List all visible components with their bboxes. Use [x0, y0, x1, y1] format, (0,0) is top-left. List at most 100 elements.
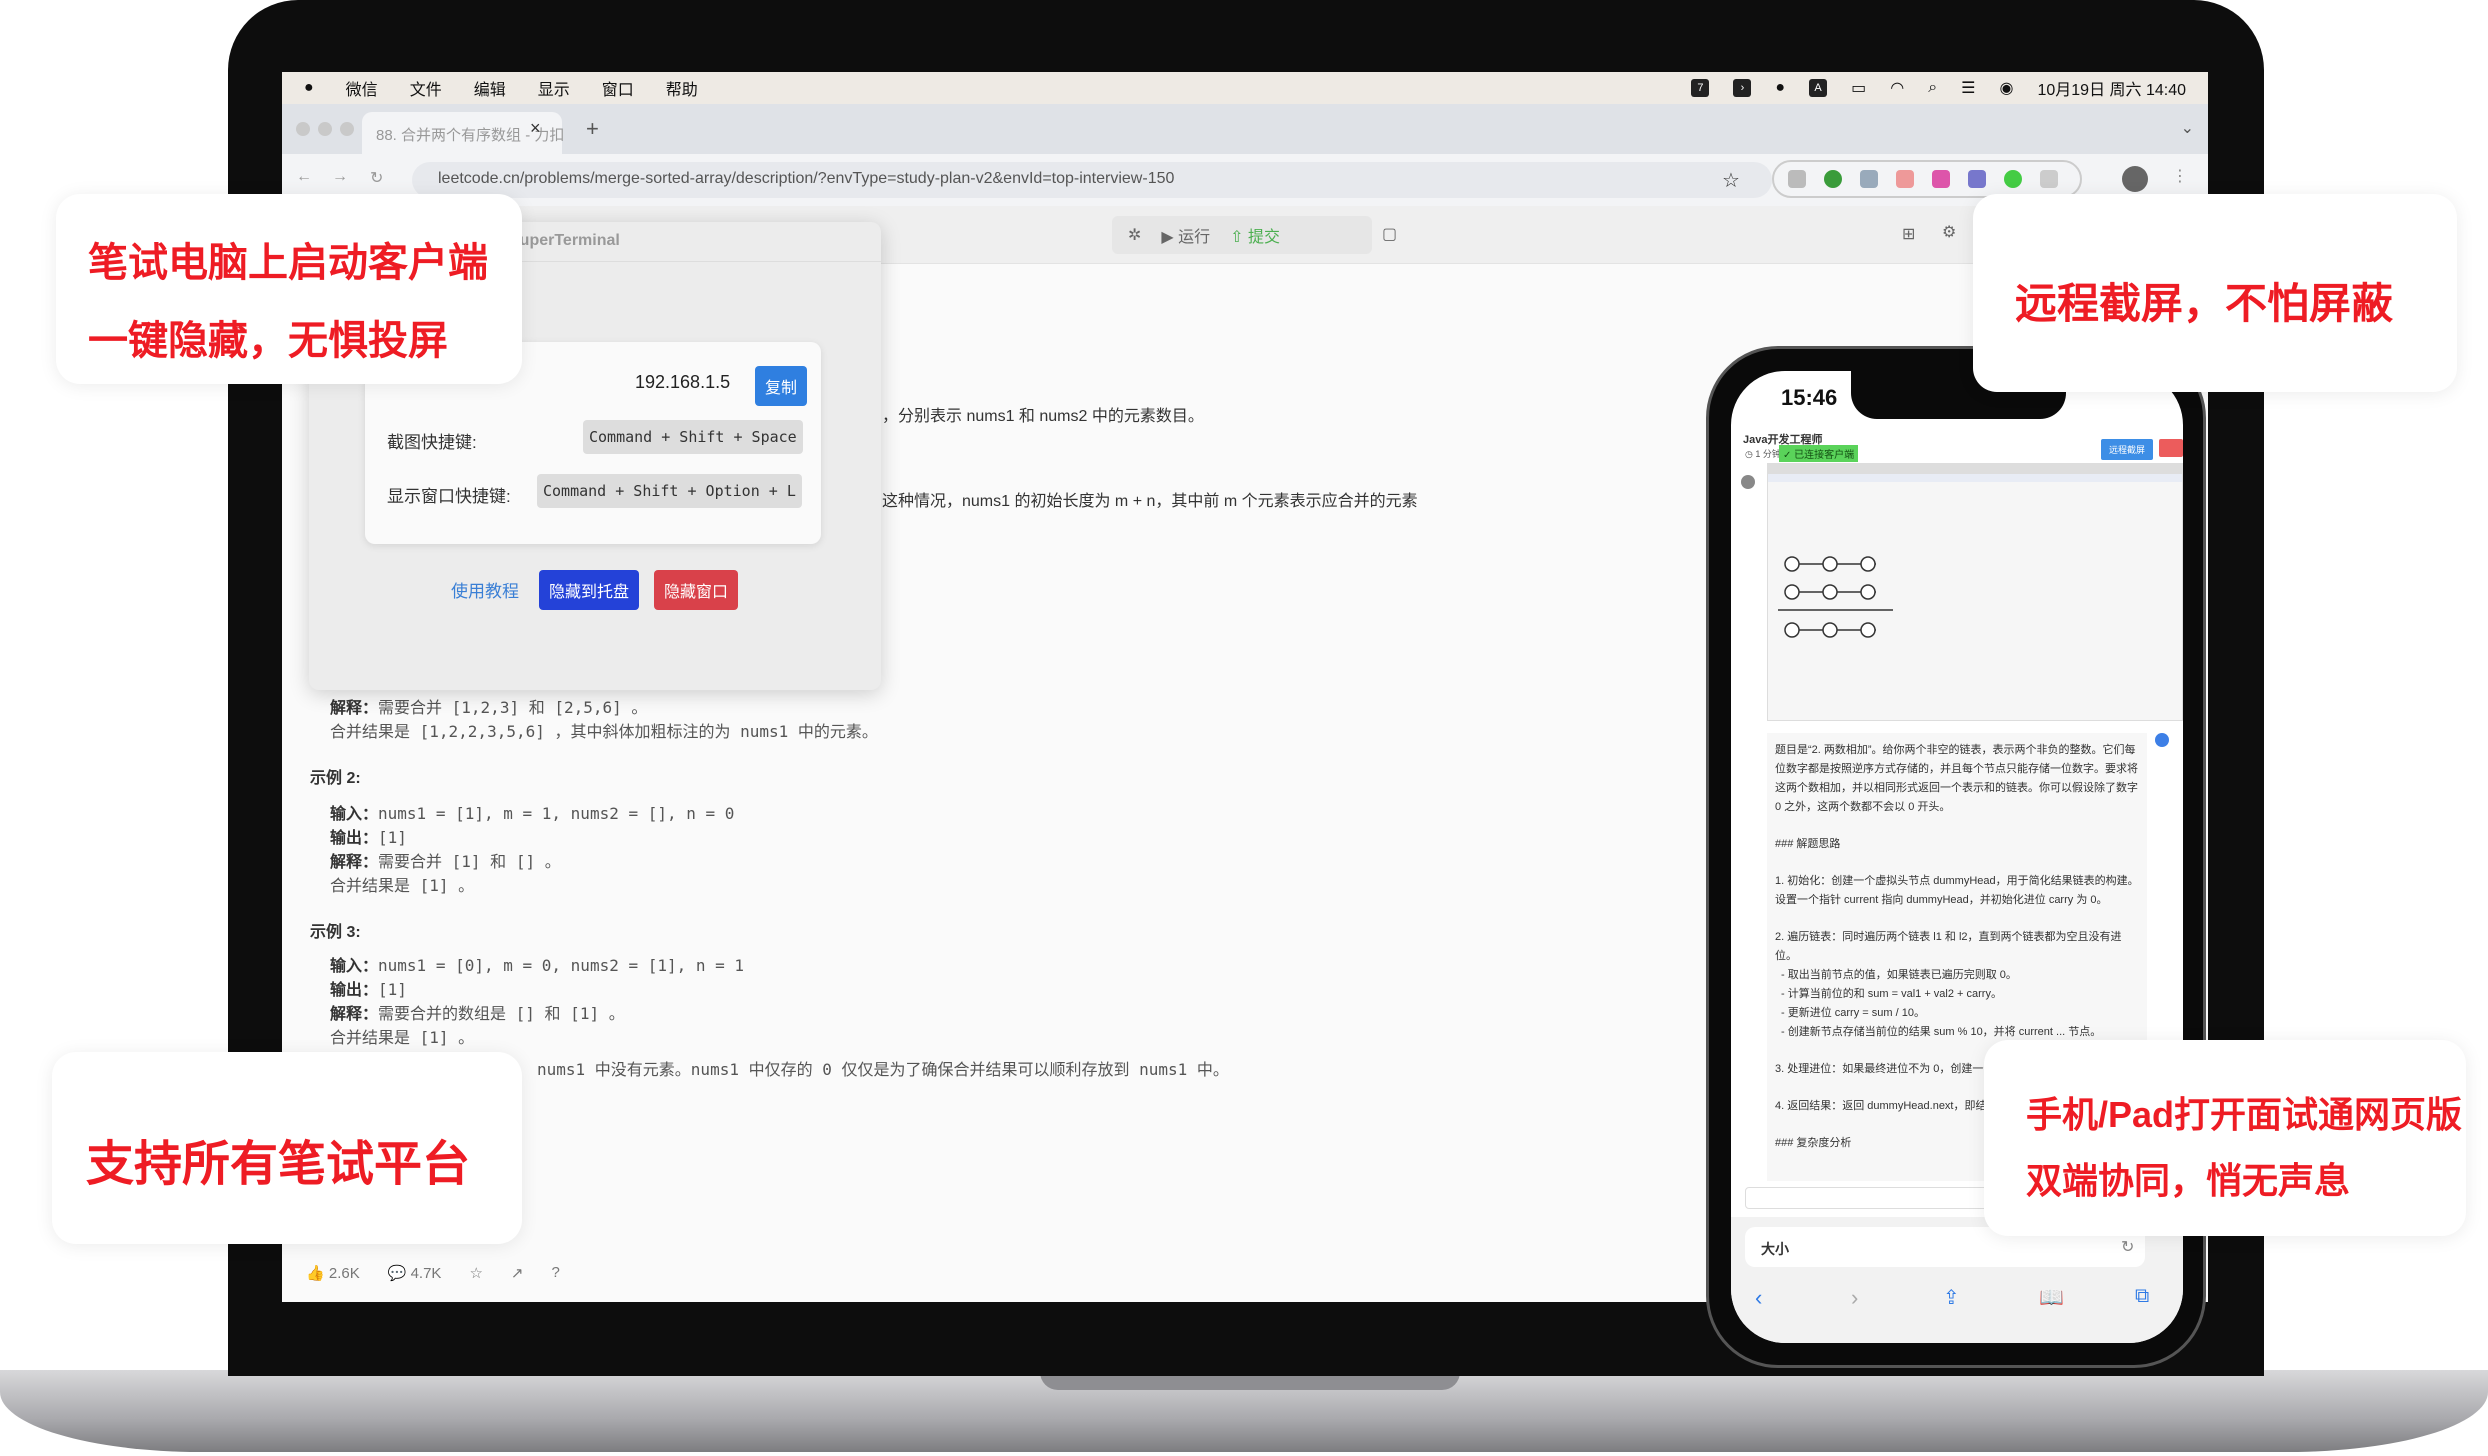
menu-wechat[interactable]: 微信 — [346, 76, 378, 100]
menu-file[interactable]: 文件 — [410, 76, 442, 100]
user-avatar — [1741, 475, 1755, 489]
status-app-icon[interactable]: › — [1733, 79, 1752, 97]
hide-window-button[interactable]: 隐藏窗口 — [654, 570, 739, 610]
example-3-title: 示例 3: — [310, 924, 361, 941]
example-3: 输入：nums1 = [0], m = 0, nums2 = [1], n = … — [330, 954, 744, 1049]
wifi-icon[interactable]: ◠ — [1890, 78, 1904, 98]
share-icon[interactable]: ⇪ — [1943, 1285, 1960, 1310]
callout-text: 笔试电脑上启动客户端 — [88, 241, 488, 285]
extension-icon[interactable] — [1968, 170, 1986, 188]
screenshot-shortcut-label: 截图快捷键: — [387, 433, 477, 452]
favorite-star-icon[interactable]: ☆ — [469, 1264, 482, 1282]
close-window-button[interactable] — [296, 122, 310, 136]
extension-icon[interactable] — [1932, 170, 1950, 188]
callout-text: 远程截屏，不怕屏蔽 — [2015, 280, 2394, 327]
value: 合并结果是 [1] 。 — [330, 1028, 475, 1047]
tabs-icon[interactable]: ⧉ — [2135, 1285, 2149, 1308]
answer-bullet: - 取出当前节点的值，如果链表已遍历完则取 0。 — [1781, 969, 2017, 981]
tab-close-button[interactable]: × — [530, 118, 541, 139]
problem-text-line: 这种情况，nums1 的初始长度为 m + n，其中前 m 个元素表示应合并的元… — [882, 493, 1418, 510]
screenshot-shortcut-value[interactable]: Command + Shift + Space — [583, 420, 803, 454]
forward-icon[interactable]: → — [332, 168, 348, 186]
input-method-icon[interactable]: A — [1809, 79, 1828, 97]
layout-icon[interactable]: ⊞ — [1902, 224, 1915, 244]
label: 输出： — [330, 982, 379, 999]
callout-text: 手机/Pad打开面试通网页版 — [2026, 1094, 2463, 1135]
callout-mobile: 手机/Pad打开面试通网页版 双端协同，悄无声息 — [1984, 1040, 2466, 1236]
answer-paragraph: 2. 遍历链表：同时遍历两个链表 l1 和 l2，直到两个链表都为空且没有进位。 — [1775, 931, 2122, 962]
end-button[interactable] — [2159, 439, 2183, 457]
copy-ip-button[interactable]: 复制 — [755, 366, 808, 406]
tutorial-link[interactable]: 使用教程 — [451, 577, 519, 602]
new-tab-button[interactable]: + — [586, 116, 599, 142]
show-window-shortcut-value[interactable]: Command + Shift + Option + L — [537, 474, 802, 508]
url-input[interactable]: leetcode.cn/problems/merge-sorted-array/… — [412, 162, 1772, 198]
safari-forward-icon[interactable]: › — [1851, 1285, 1858, 1311]
share-icon[interactable]: ↗ — [511, 1264, 524, 1282]
settings-gear-icon[interactable]: ⚙ — [1942, 222, 1956, 242]
address-text: 大小 — [1761, 1241, 1789, 1257]
hide-to-tray-button[interactable]: 隐藏到托盘 — [539, 570, 640, 610]
minimize-window-button[interactable] — [318, 122, 332, 136]
puzzle-icon[interactable] — [2040, 170, 2058, 188]
reload-icon[interactable]: ↻ — [370, 168, 383, 188]
browser-addressbar: ← → ↻ leetcode.cn/problems/merge-sorted-… — [282, 154, 2208, 206]
siri-icon[interactable]: ◉ — [2000, 78, 2014, 98]
status-app-icon[interactable]: 7 — [1691, 79, 1710, 97]
extension-icon[interactable] — [1860, 170, 1878, 188]
run-controls: ✲ ▶ 运行 ⇧ 提交 — [1112, 216, 1372, 254]
value: [1] — [378, 828, 407, 847]
bookmarks-icon[interactable]: 📖 — [2039, 1285, 2064, 1310]
help-icon[interactable]: ? — [551, 1264, 559, 1282]
run-button[interactable]: ▶ 运行 — [1161, 223, 1210, 247]
extensions-bar — [1772, 160, 2082, 198]
timer-value: 1 分钟 — [1755, 449, 1781, 459]
answer-bullet: - 更新进位 carry = sum / 10。 — [1781, 1007, 1925, 1019]
example-1: 解释：需要合并 [1,2,3] 和 [2,5,6] 。 合并结果是 [1,2,2… — [330, 696, 878, 743]
status-text: 已连接客户端 — [1794, 450, 1855, 461]
answer-heading: ### 解题思路 — [1775, 838, 1841, 850]
status-badge: ✓ 已连接客户端 — [1779, 445, 1859, 462]
comment-button[interactable]: 💬 4.7K — [388, 1264, 442, 1282]
value: 需要合并 [1] 和 [] 。 — [378, 852, 561, 871]
extension-icon[interactable] — [1788, 170, 1806, 188]
remote-screenshot-image[interactable] — [1767, 463, 2183, 721]
value: 需要合并的数组是 [] 和 [1] 。 — [378, 1004, 625, 1023]
problem-note: nums1 中没有元素。nums1 中仅存的 0 仅仅是为了确保合并结果可以顺利… — [537, 1060, 1229, 1079]
wechat-icon[interactable]: ● — [1775, 79, 1785, 97]
menu-window[interactable]: 窗口 — [602, 76, 634, 100]
run-label: 运行 — [1178, 229, 1211, 246]
safari-back-icon[interactable]: ‹ — [1755, 1285, 1762, 1311]
tab-list-chevron-icon[interactable]: ⌄ — [2181, 118, 2194, 138]
callout-text: 一键隐藏，无惧投屏 — [88, 319, 448, 363]
callout-remote-screenshot: 远程截屏，不怕屏蔽 — [1973, 194, 2457, 392]
more-menu-icon[interactable]: ⋮ — [2172, 166, 2188, 186]
search-icon[interactable]: ⌕ — [1928, 79, 1937, 97]
menu-view[interactable]: 显示 — [538, 76, 570, 100]
url-text: leetcode.cn/problems/merge-sorted-array/… — [438, 170, 1175, 187]
notes-icon[interactable]: ▢ — [1382, 224, 1397, 244]
battery-icon[interactable]: ▭ — [1851, 78, 1866, 98]
submit-button[interactable]: ⇧ 提交 — [1230, 223, 1280, 247]
bookmark-star-icon[interactable]: ☆ — [1722, 168, 1740, 193]
linked-list-diagram — [1778, 556, 1893, 638]
callout-text: 双端协同，悄无声息 — [2026, 1160, 2351, 1201]
apple-icon[interactable]: ● — [304, 79, 314, 97]
menu-edit[interactable]: 编辑 — [474, 76, 506, 100]
reload-icon[interactable]: ↻ — [2121, 1237, 2134, 1257]
control-center-icon[interactable]: ☰ — [1961, 78, 1975, 98]
extension-icon[interactable] — [2004, 170, 2022, 188]
example-2: 输入：nums1 = [1], m = 1, nums2 = [], n = 0… — [330, 802, 734, 897]
debug-icon[interactable]: ✲ — [1128, 225, 1141, 245]
like-button[interactable]: 👍 2.6K — [306, 1264, 360, 1282]
answer-paragraph: 题目是“2. 两数相加”。给你两个非空的链表，表示两个非负的整数。它们每位数字都… — [1775, 744, 2138, 813]
profile-avatar[interactable] — [2122, 166, 2148, 192]
menu-help[interactable]: 帮助 — [666, 76, 698, 100]
timer: ◷ 1 分钟 — [1745, 449, 1781, 459]
remote-screenshot-button[interactable]: 远程截屏 — [2101, 439, 2154, 460]
answer-bullet: - 计算当前位的和 sum = val1 + val2 + carry。 — [1781, 988, 2002, 1000]
back-icon[interactable]: ← — [296, 168, 312, 186]
extension-icon[interactable] — [1896, 170, 1914, 188]
evernote-icon[interactable] — [1824, 170, 1842, 188]
zoom-window-button[interactable] — [340, 122, 354, 136]
